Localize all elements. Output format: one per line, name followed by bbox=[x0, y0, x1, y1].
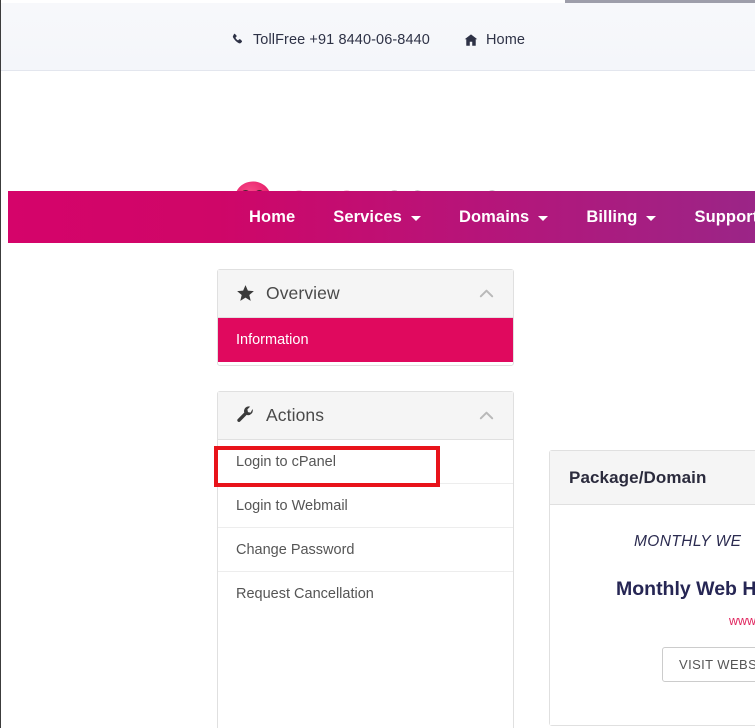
sidebar-item-change-password[interactable]: Change Password bbox=[218, 528, 513, 572]
sidebar-item-information-label: Information bbox=[236, 332, 309, 348]
package-category: MONTHLY WE bbox=[550, 533, 755, 551]
sidebar-panel-actions: Actions Login to cPanel Login to Webmail… bbox=[217, 391, 514, 728]
package-card-title: Package/Domain bbox=[569, 468, 706, 488]
nav-item-home[interactable]: Home bbox=[230, 191, 314, 243]
nav-item-support[interactable]: Support bbox=[675, 191, 755, 243]
top-home-link[interactable]: Home bbox=[464, 32, 525, 48]
phone-icon bbox=[231, 33, 245, 47]
overview-panel-header[interactable]: Overview bbox=[218, 270, 513, 318]
nav-item-domains[interactable]: Domains bbox=[440, 191, 567, 243]
star-icon bbox=[235, 284, 255, 304]
actions-panel-title: Actions bbox=[266, 405, 475, 426]
browser-page: TollFree +91 8440-06-8440 Home bbox=[0, 0, 755, 728]
site-header: ONOHOSTING Domain bbox=[1, 71, 755, 191]
package-domain-card: Package/Domain MONTHLY WE Monthly Web H … bbox=[549, 450, 755, 726]
sidebar-item-login-webmail[interactable]: Login to Webmail bbox=[218, 484, 513, 528]
main-navigation-bar: Home Services Domains Billing Support bbox=[8, 191, 755, 243]
sidebar-item-information[interactable]: Information bbox=[218, 318, 513, 362]
chevron-up-icon[interactable] bbox=[475, 283, 497, 305]
nav-items-container: Home Services Domains Billing Support bbox=[8, 191, 755, 243]
page-content: Overview Information bbox=[1, 243, 755, 728]
chevron-down-icon bbox=[538, 216, 548, 221]
package-card-body: MONTHLY WE Monthly Web H www. VISIT WEBS… bbox=[550, 505, 755, 725]
nav-item-home-label: Home bbox=[249, 191, 295, 243]
sidebar-item-login-webmail-label: Login to Webmail bbox=[236, 498, 348, 514]
nav-item-services-label: Services bbox=[333, 191, 402, 243]
sidebar-item-request-cancellation-label: Request Cancellation bbox=[236, 586, 374, 602]
package-name: Monthly Web H bbox=[550, 578, 755, 601]
actions-panel-header[interactable]: Actions bbox=[218, 392, 513, 440]
home-icon bbox=[464, 33, 478, 47]
nav-item-services[interactable]: Services bbox=[314, 191, 440, 243]
sidebar-item-request-cancellation[interactable]: Request Cancellation bbox=[218, 572, 513, 616]
sidebar-item-login-cpanel[interactable]: Login to cPanel bbox=[218, 440, 513, 484]
package-card-header: Package/Domain bbox=[550, 451, 755, 505]
chevron-down-icon bbox=[646, 216, 656, 221]
tollfree-contact[interactable]: TollFree +91 8440-06-8440 bbox=[231, 32, 430, 48]
sidebar-item-change-password-label: Change Password bbox=[236, 542, 355, 558]
tollfree-label: TollFree +91 8440-06-8440 bbox=[253, 32, 430, 48]
overview-panel-list: Information bbox=[218, 318, 513, 362]
visit-website-button[interactable]: VISIT WEBSI bbox=[662, 647, 755, 682]
top-home-label: Home bbox=[486, 32, 525, 48]
chevron-down-icon bbox=[411, 216, 421, 221]
nav-item-support-label: Support bbox=[694, 191, 755, 243]
actions-panel-list: Login to cPanel Login to Webmail Change … bbox=[218, 440, 513, 616]
visit-website-row: VISIT WEBSI bbox=[550, 647, 755, 682]
nav-item-billing-label: Billing bbox=[586, 191, 637, 243]
package-domain-url[interactable]: www. bbox=[550, 614, 755, 628]
chevron-up-icon[interactable] bbox=[475, 405, 497, 427]
sidebar-panel-overview: Overview Information bbox=[217, 269, 514, 366]
top-utility-bar: TollFree +91 8440-06-8440 Home bbox=[1, 3, 755, 71]
overview-panel-title: Overview bbox=[266, 283, 475, 304]
sidebar-item-login-cpanel-label: Login to cPanel bbox=[236, 454, 336, 470]
nav-item-domains-label: Domains bbox=[459, 191, 529, 243]
wrench-icon bbox=[235, 406, 255, 426]
nav-item-billing[interactable]: Billing bbox=[567, 191, 675, 243]
